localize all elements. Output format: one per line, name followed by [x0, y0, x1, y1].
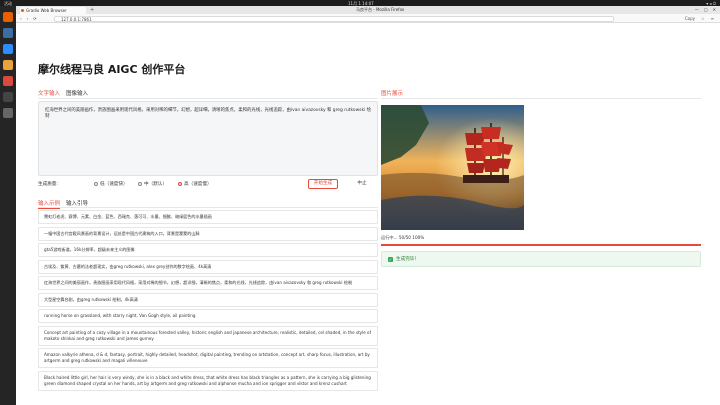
progress-bar [381, 244, 701, 246]
success-text: 生成完毕！ [396, 257, 419, 262]
example-list: 霓虹灯老虎、赛博、元素、白金、蓝色、西瑞克、落可可、水墨、细腻、暗绿篮色的水墨插… [38, 210, 378, 393]
ship-painting [381, 105, 524, 230]
example-item[interactable]: 大型星空舞台剧，由greg rutkowski 绘制，4k高清 [38, 292, 378, 307]
success-message: ✓ 生成完毕！ [381, 251, 701, 267]
window-controls: — ▢ ✕ [695, 7, 716, 12]
radio-label: 中（默认） [144, 182, 167, 187]
progress-text: 运行中... 50/50 100% [381, 235, 425, 240]
browser-titlebar: Gradio Web Browser + 马良平台 - Mozilla Fire… [16, 6, 720, 14]
prompt-input[interactable]: 红海世界之间的美丽画作，贵族图画采用现代风格，采用对稀的细节，幻想，超详细，清晰… [38, 101, 378, 176]
radio-dot [178, 182, 182, 186]
example-item[interactable]: gta5游戏街道，16k分辨率，超级未来主义的图像 [38, 243, 378, 257]
start-generate-button[interactable]: 开始生成 [308, 179, 338, 189]
quality-radio-low[interactable]: 低（速度快） [94, 181, 128, 187]
reload-button[interactable]: ⟳ [33, 16, 36, 21]
radio-label: 低（速度快） [100, 182, 128, 187]
quality-radio-high[interactable]: 高（速度慢） [178, 181, 212, 187]
example-item[interactable]: 霓虹灯老虎、赛博、元素、白金、蓝色、西瑞克、落可可、水墨、细腻、暗绿篮色的水墨插… [38, 210, 378, 224]
menu-icon[interactable]: ≡ [711, 16, 714, 21]
quality-radio-medium[interactable]: 中（默认） [138, 181, 167, 187]
software-icon[interactable] [3, 76, 13, 86]
example-item[interactable]: 一幅中国古代宫殿风景画的背景设计，远处是中国古代建筑的入口，背景是蒙蒙的山脉 [38, 226, 378, 241]
browser-navbar: ‹ › ⟳ 127.0.0.1:7861 Copy ☆ ≡ [16, 14, 720, 23]
vscode-icon[interactable] [3, 44, 13, 54]
close-button[interactable]: ✕ [713, 7, 716, 12]
minimize-button[interactable]: — [695, 7, 699, 12]
generated-image[interactable] [381, 105, 524, 230]
divider [38, 98, 378, 99]
quality-label: 生成质量: [38, 182, 58, 187]
copy-button[interactable]: Copy [685, 16, 695, 21]
example-item[interactable]: 红海世界之间的美丽画作，贵族图画采用现代风格，采用对稀的细节，幻想，超详细，清晰… [38, 276, 378, 290]
example-item[interactable]: 古埃及、紫黄、古墓的法老超现实，由greg rutkowski, alex gr… [38, 259, 378, 274]
app-dock [0, 6, 16, 405]
browser-window: Gradio Web Browser + 马良平台 - Mozilla Fire… [16, 6, 720, 405]
app-store-icon[interactable] [3, 60, 13, 70]
radio-dot [94, 182, 98, 186]
divider [38, 207, 378, 208]
browser-tab[interactable]: Gradio Web Browser [20, 7, 86, 14]
tab-favicon-icon [21, 9, 24, 12]
check-icon: ✓ [388, 256, 393, 262]
example-item[interactable]: running horse on grassland, with starry … [38, 309, 378, 323]
example-item[interactable]: Black haired little girl, her hair is ve… [38, 370, 378, 391]
example-item[interactable]: Concept art painting of a cozy village i… [38, 325, 378, 346]
firefox-icon[interactable] [3, 12, 13, 22]
page-content: 摩尔线程马良 AIGC 创作平台 文字输入 图像输入 红海世界之间的美丽画作，贵… [16, 23, 720, 405]
radio-dot [138, 182, 142, 186]
tab-title: Gradio Web Browser [26, 8, 67, 13]
url-bar[interactable]: 127.0.0.1:7861 [54, 15, 614, 22]
divider [381, 98, 701, 99]
output-title: 图片展示 [381, 91, 404, 97]
bookmark-icon[interactable]: ☆ [701, 16, 705, 21]
nav-right-controls: Copy ☆ ≡ [685, 16, 714, 21]
quality-row: 生成质量: 低（速度快） 中（默认） 高（速度慢） 开始生成 中止 [38, 179, 378, 189]
forward-button[interactable]: › [27, 16, 29, 21]
progress-fill [381, 244, 701, 246]
page-title: 摩尔线程马良 AIGC 创作平台 [38, 63, 186, 76]
back-button[interactable]: ‹ [20, 16, 22, 21]
radio-label: 高（速度慢） [184, 182, 212, 187]
stop-button[interactable]: 中止 [352, 179, 372, 189]
settings-icon[interactable] [3, 108, 13, 118]
window-title: 马良平台 - Mozilla Firefox [356, 7, 405, 12]
maximize-button[interactable]: ▢ [704, 7, 708, 12]
example-item[interactable]: Amazon valkyrie athena, d & d, fantasy, … [38, 348, 378, 368]
new-tab-button[interactable]: + [90, 7, 94, 13]
nav-buttons: ‹ › ⟳ [20, 16, 37, 21]
terminal-icon[interactable] [3, 92, 13, 102]
files-icon[interactable] [3, 28, 13, 38]
